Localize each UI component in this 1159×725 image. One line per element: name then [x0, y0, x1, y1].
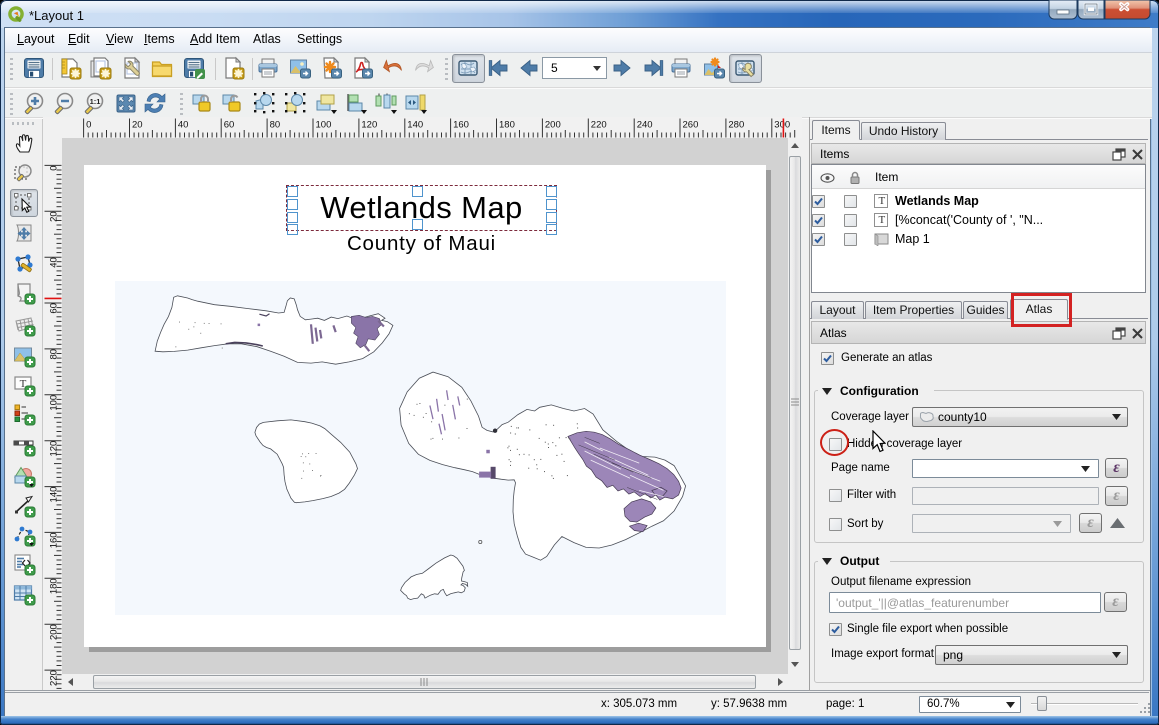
svg-text:180: 180: [499, 120, 515, 131]
svg-text:300: 300: [774, 120, 790, 131]
svg-text:60: 60: [48, 303, 59, 314]
svg-text:120: 120: [361, 120, 377, 131]
svg-text:140: 140: [407, 120, 423, 131]
svg-text:200: 200: [48, 624, 59, 640]
svg-text:1:1: 1:1: [90, 97, 101, 106]
svg-text:20: 20: [132, 120, 143, 131]
svg-text:260: 260: [683, 120, 699, 131]
svg-text:100: 100: [48, 395, 59, 411]
svg-text:240: 240: [637, 120, 653, 131]
svg-text:0: 0: [86, 120, 91, 131]
svg-text:160: 160: [48, 532, 59, 548]
svg-text:0: 0: [48, 165, 59, 170]
svg-text:220: 220: [48, 670, 59, 686]
svg-text:60: 60: [224, 120, 235, 131]
svg-text:120: 120: [48, 441, 59, 457]
svg-text:100: 100: [316, 120, 332, 131]
svg-text:40: 40: [178, 120, 189, 131]
svg-text:160: 160: [453, 120, 469, 131]
svg-text:80: 80: [48, 349, 59, 360]
svg-text:220: 220: [591, 120, 607, 131]
svg-text:40: 40: [48, 257, 59, 268]
svg-text:140: 140: [48, 487, 59, 503]
svg-text:80: 80: [270, 120, 281, 131]
svg-text:200: 200: [545, 120, 561, 131]
svg-text:280: 280: [728, 120, 744, 131]
svg-text:180: 180: [48, 578, 59, 594]
svg-text:20: 20: [48, 211, 59, 222]
